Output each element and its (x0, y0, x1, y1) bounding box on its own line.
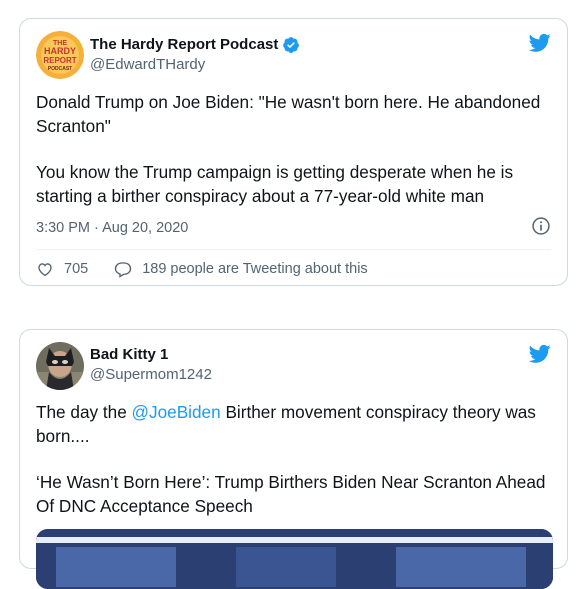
avatar[interactable]: THE HARDY REPORT PODCAST (36, 31, 84, 79)
tweet-text: Donald Trump on Joe Biden: "He wasn't bo… (36, 91, 556, 208)
hardy-report-logo-icon: THE HARDY REPORT PODCAST (36, 31, 84, 79)
logo-line-4: PODCAST (48, 66, 72, 72)
info-icon[interactable] (531, 216, 551, 236)
handle[interactable]: @Supermom1242 (90, 365, 212, 385)
tweet-paragraph-1: Donald Trump on Joe Biden: "He wasn't bo… (36, 92, 541, 136)
twitter-bird-icon[interactable] (529, 33, 551, 53)
tweet-card-2[interactable]: Bad Kitty 1 @Supermom1242 The day the @J… (19, 329, 568, 589)
divider (36, 249, 551, 250)
mention-link[interactable]: @JoeBiden (132, 402, 221, 422)
logo-line-2: HARDY (44, 46, 76, 56)
timestamp[interactable]: 3:30 PM · Aug 20, 2020 (36, 218, 188, 238)
catwoman-avatar-icon (36, 342, 84, 390)
logo-line-3: REPORT (43, 56, 76, 65)
display-name[interactable]: The Hardy Report Podcast (90, 35, 300, 55)
tweet-paragraph-1: The day the @JoeBiden Birther movement c… (36, 401, 556, 448)
like-button[interactable]: 705 (36, 260, 88, 278)
tweet-text: The day the @JoeBiden Birther movement c… (36, 401, 556, 518)
speech-bubble-icon (115, 262, 132, 278)
conversation-text: 189 people are Tweeting about this (142, 261, 368, 277)
handle[interactable]: @EdwardTHardy (90, 55, 205, 75)
like-count: 705 (64, 261, 89, 277)
tweet-paragraph-2: You know the Trump campaign is getting d… (36, 162, 514, 206)
conversation-button[interactable]: 189 people are Tweeting about this (114, 260, 368, 278)
tweet-actions: 705 189 people are Tweeting about this (36, 259, 368, 279)
display-name[interactable]: Bad Kitty 1 (90, 345, 168, 365)
twitter-bird-icon[interactable] (529, 344, 551, 364)
media-image (36, 529, 553, 589)
heart-icon (38, 263, 52, 277)
display-name-text: The Hardy Report Podcast (90, 36, 279, 53)
verified-badge-icon (283, 37, 300, 53)
media-preview[interactable] (36, 529, 553, 589)
text-before-mention: The day the (36, 402, 132, 422)
link-title[interactable]: ‘He Wasn’t Born Here’: Trump Birthers Bi… (36, 471, 556, 518)
tweet-card-1[interactable]: THE HARDY REPORT PODCAST The Hardy Repor… (19, 18, 568, 286)
avatar[interactable] (36, 342, 84, 390)
